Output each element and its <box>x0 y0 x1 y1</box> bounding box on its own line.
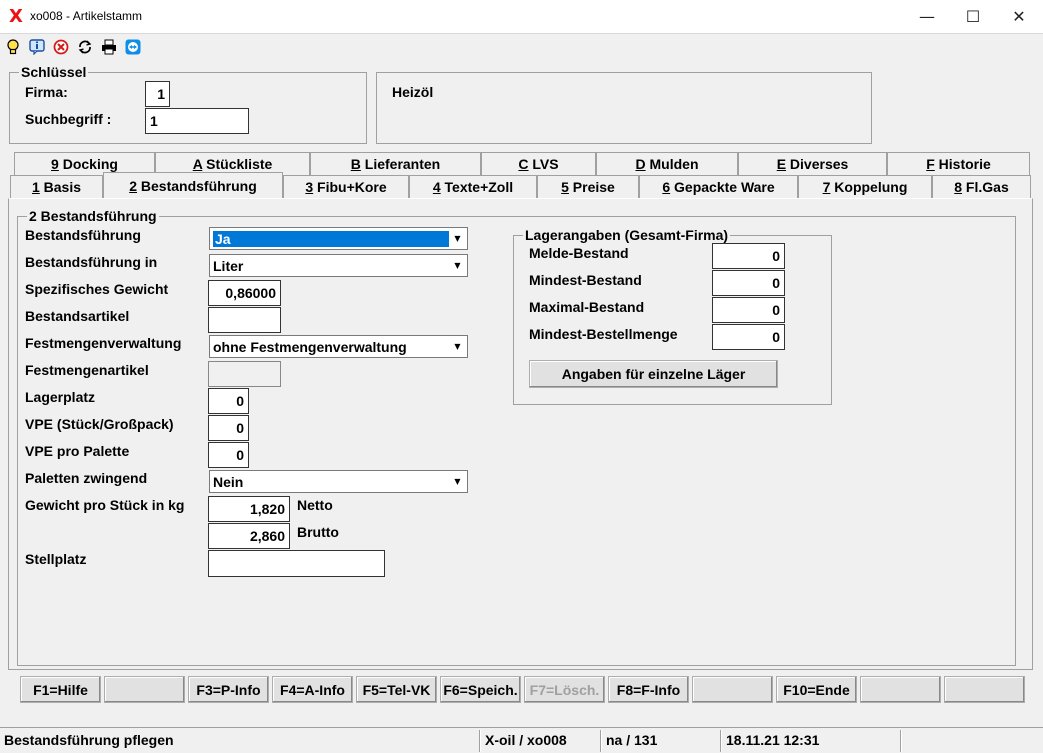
lagerplatz-input[interactable]: 0 <box>208 388 249 414</box>
tab-preise[interactable]: 5 Preise <box>537 175 639 198</box>
status-program: X-oil / xo008 <box>485 732 567 748</box>
vpe-palette-input[interactable]: 0 <box>208 442 249 468</box>
f6-speich-button[interactable]: F6=Speich. <box>440 676 521 703</box>
tab-bestandsfuehrung[interactable]: 2 Bestandsführung <box>103 172 283 198</box>
paletten-zwingend-value: Nein <box>213 473 244 490</box>
key-group-legend: Schlüssel <box>19 64 89 80</box>
tab-diverses[interactable]: E Diverses <box>738 152 887 175</box>
f8-f-info-button[interactable]: F8=F-Info <box>608 676 689 703</box>
window-title: xo008 - Artikelstamm <box>30 9 143 23</box>
firma-input[interactable]: 1 <box>145 81 170 107</box>
refresh-icon[interactable] <box>76 38 94 56</box>
tab-lvs[interactable]: C LVS <box>481 152 596 175</box>
bulb-icon[interactable] <box>4 38 22 56</box>
chevron-down-icon[interactable]: ▼ <box>449 256 466 275</box>
melde-input[interactable]: 0 <box>712 243 785 269</box>
close-button[interactable]: ✕ <box>996 0 1042 33</box>
product-name: Heizöl <box>392 84 434 100</box>
brutto-input[interactable]: 2,860 <box>208 523 290 549</box>
bestandsfuehrung-in-value: Liter <box>213 257 244 274</box>
stellplatz-input[interactable] <box>208 550 385 577</box>
f9-button[interactable] <box>692 676 773 703</box>
status-divider <box>720 730 722 752</box>
teamviewer-icon[interactable] <box>124 38 142 56</box>
mindest-input[interactable]: 0 <box>712 270 785 296</box>
f10-ende-button[interactable]: F10=Ende <box>776 676 857 703</box>
f1-hilfe-button[interactable]: F1=Hilfe <box>20 676 101 703</box>
f11-button[interactable] <box>860 676 941 703</box>
tab-koppelung[interactable]: 7 Koppelung <box>798 175 932 198</box>
print-icon[interactable] <box>100 38 118 56</box>
bestandsfuehrung-select[interactable]: Ja ▼ <box>209 227 468 250</box>
bestandsfuehrung-select-value: Ja <box>213 230 449 247</box>
vpe-stueck-input[interactable]: 0 <box>208 415 249 441</box>
chevron-down-icon[interactable]: ▼ <box>449 472 466 491</box>
maximize-button[interactable]: ☐ <box>950 0 996 33</box>
suchbegriff-label: Suchbegriff : <box>25 111 112 127</box>
tab-fl-gas[interactable]: 8 Fl.Gas <box>932 175 1031 198</box>
f12-button[interactable] <box>944 676 1025 703</box>
f7-loesch-button: F7=Lösch. <box>524 676 605 703</box>
chevron-down-icon[interactable]: ▼ <box>449 229 466 248</box>
tab-historie[interactable]: F Historie <box>887 152 1030 175</box>
minimize-button[interactable]: — <box>904 0 950 33</box>
status-divider <box>479 730 481 752</box>
spez-gewicht-input[interactable]: 0,86000 <box>208 280 281 306</box>
info-icon[interactable] <box>28 38 46 56</box>
bestandsfuehrung-in-select[interactable]: Liter ▼ <box>209 254 468 277</box>
status-datetime: 18.11.21 12:31 <box>726 732 820 748</box>
status-divider <box>900 730 902 752</box>
tab-basis[interactable]: 1 Basis <box>10 175 103 198</box>
f4-a-info-button[interactable]: F4=A-Info <box>272 676 353 703</box>
firma-label: Firma: <box>25 84 68 100</box>
maximal-input[interactable]: 0 <box>712 297 785 323</box>
netto-input[interactable]: 1,820 <box>208 496 290 522</box>
suchbegriff-input[interactable]: 1 <box>145 108 249 134</box>
tab-mulden[interactable]: D Mulden <box>596 152 738 175</box>
status-bar: Bestandsführung pflegen X-oil / xo008 na… <box>0 727 1043 753</box>
status-message: Bestandsführung pflegen <box>4 732 174 748</box>
festmengenverwaltung-select[interactable]: ohne Festmengenverwaltung ▼ <box>209 335 468 358</box>
title-bar: X xo008 - Artikelstamm — ☐ ✕ <box>0 0 1043 34</box>
f2-button[interactable] <box>104 676 185 703</box>
tab-texte-zoll[interactable]: 4 Texte+Zoll <box>409 175 537 198</box>
toolbar <box>0 34 1043 60</box>
product-box <box>376 72 872 144</box>
bestandsartikel-input[interactable] <box>208 307 281 333</box>
status-user: na / 131 <box>606 732 658 748</box>
tab-lieferanten[interactable]: B Lieferanten <box>310 152 481 175</box>
f5-tel-vk-button[interactable]: F5=Tel-VK <box>356 676 437 703</box>
paletten-zwingend-select[interactable]: Nein ▼ <box>209 470 468 493</box>
einzelne-laeger-button[interactable]: Angaben für einzelne Läger <box>529 360 778 388</box>
status-divider <box>600 730 602 752</box>
festmengenverwaltung-value: ohne Festmengenverwaltung <box>213 338 407 355</box>
bestandsfuehrung-legend: 2 Bestandsführung <box>27 208 159 224</box>
f3-p-info-button[interactable]: F3=P-Info <box>188 676 269 703</box>
tab-gepackte-ware[interactable]: 6 Gepackte Ware <box>639 175 798 198</box>
chevron-down-icon[interactable]: ▼ <box>449 337 466 356</box>
tab-fibu-kore[interactable]: 3 Fibu+Kore <box>283 175 409 198</box>
bestellmenge-input[interactable]: 0 <box>712 324 785 350</box>
cancel-icon[interactable] <box>52 38 70 56</box>
bestandsfuehrung-group: 2 Bestandsführung <box>17 208 1016 666</box>
app-logo: X <box>9 6 23 27</box>
